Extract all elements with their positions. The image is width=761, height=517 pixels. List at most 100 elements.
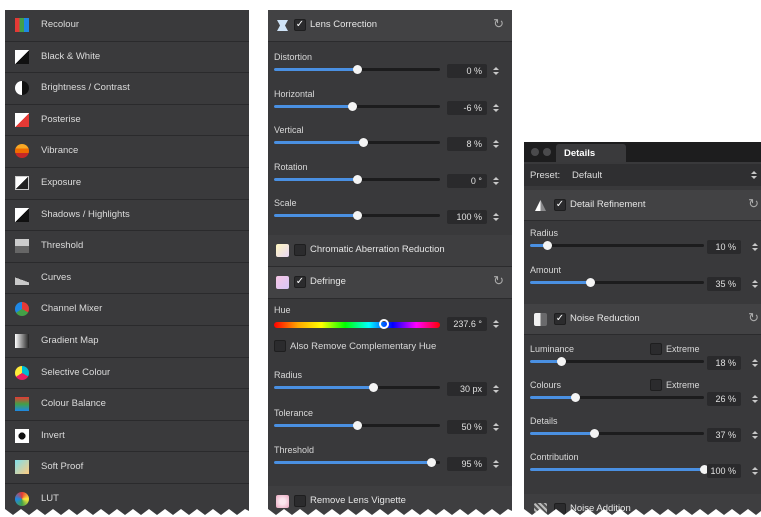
tab-details[interactable]: Details xyxy=(556,144,626,162)
posterise-icon xyxy=(15,112,29,127)
param-slider-knob[interactable] xyxy=(369,383,379,392)
param-slider[interactable] xyxy=(530,357,704,366)
detail-refinement-header[interactable]: ✓ Detail Refinement ↻ xyxy=(524,190,761,221)
adjustment-item[interactable]: Invert xyxy=(5,421,249,453)
param-slider[interactable] xyxy=(530,393,704,402)
adjustment-item[interactable]: Shadows / Highlights xyxy=(5,200,249,232)
chromatic-aberration-checkbox[interactable] xyxy=(294,244,306,256)
noise-reduction-header[interactable]: ✓ Noise Reduction ↻ xyxy=(524,304,761,335)
adjustment-item[interactable]: Exposure xyxy=(5,168,249,200)
chromatic-aberration-header[interactable]: Chromatic Aberration Reduction xyxy=(268,235,512,267)
param-slider[interactable] xyxy=(274,65,440,74)
complementary-hue-checkbox[interactable] xyxy=(274,340,286,352)
adjustment-item[interactable]: Channel Mixer xyxy=(5,294,249,326)
param-slider-knob[interactable] xyxy=(347,101,357,111)
param-stepper[interactable] xyxy=(492,420,500,434)
param-value-field[interactable]: 35 % xyxy=(707,277,741,291)
hue-value-field[interactable]: 237.6 ° xyxy=(447,317,487,331)
param-stepper[interactable] xyxy=(492,137,500,151)
param-value-field[interactable]: 26 % xyxy=(707,392,741,406)
param-slider[interactable] xyxy=(274,101,440,111)
param-stepper[interactable] xyxy=(751,464,759,478)
param-slider[interactable] xyxy=(274,211,440,220)
hue-stepper[interactable] xyxy=(492,317,500,331)
hue-slider[interactable] xyxy=(274,319,440,329)
hue-slider-knob[interactable] xyxy=(378,319,389,329)
param-stepper[interactable] xyxy=(751,240,759,254)
reset-icon[interactable]: ↻ xyxy=(748,196,759,212)
param-slider[interactable] xyxy=(530,429,704,438)
adjustment-item[interactable]: Black & White xyxy=(5,42,249,74)
adjustment-item[interactable]: Gradient Map xyxy=(5,326,249,358)
param-value-field[interactable]: -6 % xyxy=(447,100,487,115)
param-slider-knob[interactable] xyxy=(556,357,566,366)
param-stepper[interactable] xyxy=(492,174,500,188)
close-dot-icon[interactable] xyxy=(531,148,539,156)
defringe-checkbox[interactable]: ✓ xyxy=(294,276,306,288)
param-value-field[interactable]: 0 % xyxy=(447,64,487,78)
extreme-checkbox[interactable] xyxy=(650,379,662,391)
extreme-checkbox[interactable] xyxy=(650,343,662,355)
param-slider[interactable] xyxy=(274,138,440,147)
param-value-field[interactable]: 100 % xyxy=(447,210,487,224)
param-stepper[interactable] xyxy=(751,277,759,291)
param-slider-knob[interactable] xyxy=(427,458,437,467)
param-slider-knob[interactable] xyxy=(586,278,596,287)
adjustment-item[interactable]: Soft Proof xyxy=(5,452,249,484)
param-slider-knob[interactable] xyxy=(542,241,552,250)
param-stepper[interactable] xyxy=(492,101,500,115)
lens-correction-checkbox[interactable]: ✓ xyxy=(294,19,306,31)
noise-reduction-checkbox[interactable]: ✓ xyxy=(554,313,566,325)
param-slider-fill xyxy=(274,68,357,71)
adjustment-item[interactable]: Brightness / Contrast xyxy=(5,73,249,105)
param-value-field[interactable]: 18 % xyxy=(707,356,741,370)
param-value-field[interactable]: 8 % xyxy=(447,137,487,151)
param-slider[interactable] xyxy=(274,458,440,467)
param-stepper[interactable] xyxy=(751,356,759,370)
adjustment-item[interactable]: Posterise xyxy=(5,105,249,137)
param-stepper[interactable] xyxy=(492,382,500,396)
noise-reduction-icon xyxy=(534,313,547,326)
adjustment-item[interactable]: Vibrance xyxy=(5,136,249,168)
reset-icon[interactable]: ↻ xyxy=(493,16,504,32)
adjustment-item[interactable]: Recolour xyxy=(5,10,249,42)
adjustment-item[interactable]: Curves xyxy=(5,263,249,295)
detail-refinement-checkbox[interactable]: ✓ xyxy=(554,199,566,211)
param-slider-knob[interactable] xyxy=(352,65,362,74)
param-slider-knob[interactable] xyxy=(589,429,599,438)
minimize-dot-icon[interactable] xyxy=(543,148,551,156)
param-slider[interactable] xyxy=(530,278,704,287)
param-slider-knob[interactable] xyxy=(570,393,580,402)
param-stepper[interactable] xyxy=(751,428,759,442)
param-value-field[interactable]: 37 % xyxy=(707,428,741,442)
param-value-field[interactable]: 10 % xyxy=(707,240,741,254)
reset-icon[interactable]: ↻ xyxy=(493,273,504,289)
preset-dropdown-icon[interactable] xyxy=(750,168,758,182)
param-stepper[interactable] xyxy=(492,457,500,471)
adjustment-item[interactable]: Colour Balance xyxy=(5,389,249,421)
reset-icon[interactable]: ↻ xyxy=(748,310,759,326)
param-stepper[interactable] xyxy=(751,392,759,406)
param-slider[interactable] xyxy=(274,174,440,184)
param-value-field[interactable]: 100 % xyxy=(707,464,741,478)
param-slider-knob[interactable] xyxy=(352,174,362,184)
param-stepper[interactable] xyxy=(492,64,500,78)
param-label: Tolerance xyxy=(274,407,314,418)
param-slider-knob[interactable] xyxy=(359,138,369,147)
lens-correction-header[interactable]: ✓ Lens Correction ↻ xyxy=(268,10,512,42)
defringe-header[interactable]: ✓ Defringe ↻ xyxy=(268,267,512,299)
param-slider-knob[interactable] xyxy=(352,211,362,220)
param-slider[interactable] xyxy=(274,420,440,430)
param-value-field[interactable]: 30 px xyxy=(447,382,487,396)
param-stepper[interactable] xyxy=(492,210,500,224)
param-slider-knob[interactable] xyxy=(352,420,362,430)
param-slider[interactable] xyxy=(530,241,704,250)
param-value-field[interactable]: 50 % xyxy=(447,419,487,434)
adjustment-item[interactable]: Threshold xyxy=(5,231,249,263)
param-slider[interactable] xyxy=(274,383,440,392)
adjustment-item[interactable]: Selective Colour xyxy=(5,358,249,390)
param-slider[interactable] xyxy=(530,465,709,474)
param-value-field[interactable]: 0 ° xyxy=(447,173,487,188)
preset-row[interactable]: Preset: Default xyxy=(524,164,761,186)
param-value-field[interactable]: 95 % xyxy=(447,457,487,471)
